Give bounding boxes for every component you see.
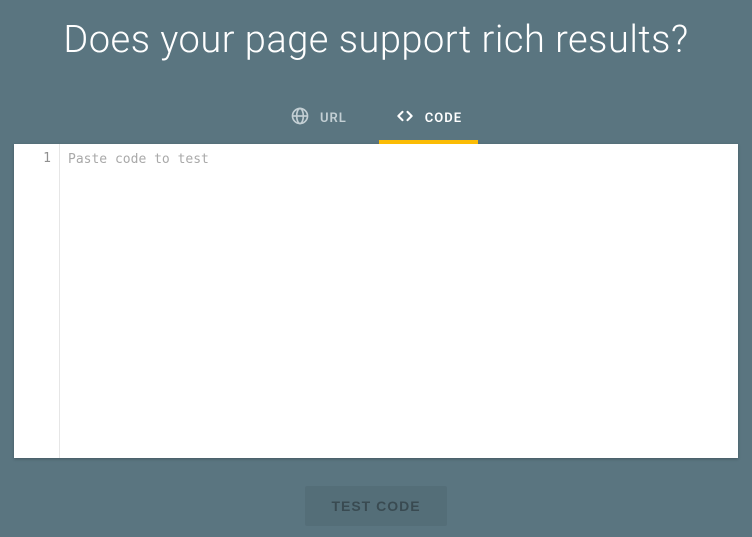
tab-code-label: CODE: [425, 111, 462, 126]
tab-url[interactable]: URL: [280, 100, 357, 144]
line-number: 1: [14, 151, 51, 166]
tab-url-label: URL: [320, 111, 347, 126]
globe-icon: [290, 106, 310, 130]
test-code-button[interactable]: TEST CODE: [305, 486, 446, 526]
code-input[interactable]: [60, 144, 738, 458]
tabs: URL CODE: [280, 100, 472, 144]
tab-code[interactable]: CODE: [385, 100, 472, 144]
page-title: Does your page support rich results?: [63, 18, 688, 62]
code-icon: [395, 106, 415, 130]
code-editor: 1: [14, 144, 738, 458]
line-gutter: 1: [14, 144, 60, 458]
